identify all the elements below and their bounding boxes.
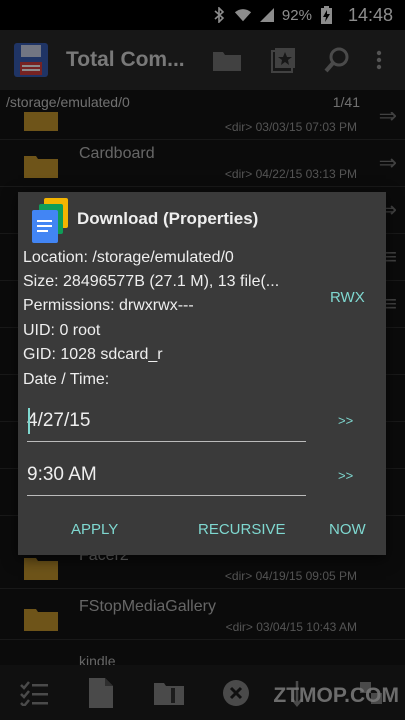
properties-dialog: Download (Properties) Location: /storage…	[18, 192, 386, 555]
gid-text: GID: 1028 sdcard_r	[23, 346, 163, 363]
time-input[interactable]	[27, 461, 297, 489]
google-docs-icon	[30, 198, 70, 244]
permissions-text: Permissions: drwxrwx---	[23, 297, 194, 314]
recursive-button[interactable]: RECURSIVE	[198, 521, 286, 538]
date-field[interactable]	[27, 403, 306, 442]
date-input[interactable]	[27, 407, 297, 435]
location-text: Location: /storage/emulated/0	[23, 249, 234, 266]
apply-button[interactable]: APPLY	[71, 521, 118, 538]
uid-text: UID: 0 root	[23, 322, 101, 339]
now-button[interactable]: NOW	[329, 521, 366, 538]
rwx-button[interactable]: RWX	[330, 289, 365, 306]
text-cursor	[28, 408, 30, 434]
dialog-title: Download (Properties)	[77, 209, 259, 228]
date-picker-button[interactable]: >>	[338, 413, 353, 428]
time-picker-button[interactable]: >>	[338, 468, 353, 483]
time-field[interactable]	[27, 457, 306, 496]
datetime-label: Date / Time:	[23, 371, 110, 388]
size-text: Size: 28496577B (27.1 M), 13 file(...	[23, 273, 280, 290]
